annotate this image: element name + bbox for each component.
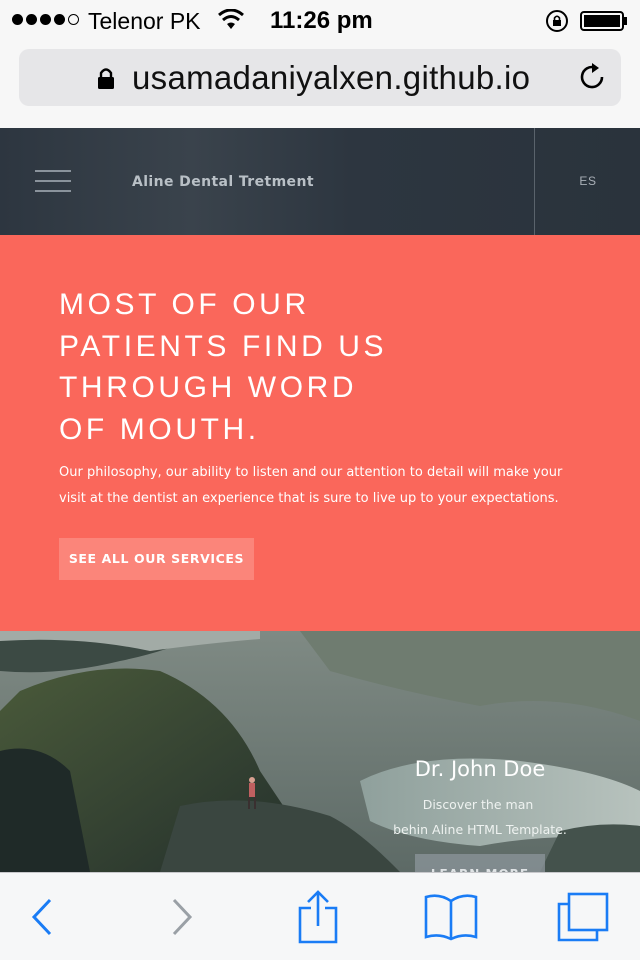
hero-heading: MOST OF OUR PATIENTS FIND US THROUGH WOR…: [59, 284, 479, 450]
hero-section: MOST OF OUR PATIENTS FIND US THROUGH WOR…: [0, 235, 640, 631]
hero-description-line: visit at the dentist an experience that …: [59, 490, 559, 506]
doctor-name: Dr. John Doe: [414, 757, 546, 781]
hero-heading-line: THROUGH WORD: [59, 371, 358, 404]
forward-icon[interactable]: [150, 873, 214, 961]
reload-icon[interactable]: [577, 62, 607, 92]
menu-icon[interactable]: [35, 170, 71, 194]
share-icon[interactable]: [286, 873, 350, 961]
carrier-name: Telenor PK: [88, 8, 201, 34]
status-bar: Telenor PK 11:26 pm: [0, 0, 640, 40]
doctor-subtitle: Discover the man: [422, 797, 534, 812]
hero-heading-line: PATIENTS FIND US: [59, 329, 388, 363]
doctor-subtitle: behin Aline HTML Template.: [393, 822, 567, 837]
url-field[interactable]: usamadaniyalxen.github.io: [19, 49, 621, 106]
bookmarks-icon[interactable]: [418, 873, 484, 961]
rotation-lock-icon: [546, 10, 568, 32]
url-text: usamadaniyalxen.github.io: [132, 59, 531, 96]
site-header: Aline Dental Tretment ES: [0, 128, 640, 235]
lock-icon: [98, 68, 114, 89]
tabs-icon[interactable]: [550, 873, 616, 961]
status-time: 11:26 pm: [270, 7, 373, 34]
hero-description: Our philosophy, our ability to listen an…: [59, 460, 579, 511]
browser-toolbar: [0, 872, 640, 960]
site-title[interactable]: Aline Dental Tretment: [132, 174, 314, 190]
learn-more-button[interactable]: LEARN MORE: [415, 854, 545, 872]
language-switch-button[interactable]: ES: [536, 128, 640, 235]
signal-strength-icon: [12, 14, 79, 25]
profile-section: Dr. John Doe Discover the man behin Alin…: [0, 631, 640, 872]
browser-address-area: usamadaniyalxen.github.io: [0, 40, 640, 128]
back-icon[interactable]: [10, 873, 74, 961]
hero-heading-line: OF MOUTH.: [59, 412, 260, 446]
battery-icon: [580, 11, 627, 31]
hero-heading-line: MOST OF OUR: [59, 288, 310, 321]
header-divider: [534, 128, 535, 235]
wifi-icon: [218, 9, 244, 29]
hero-description-line: Our philosophy, our ability to listen an…: [59, 465, 563, 480]
see-all-services-button[interactable]: SEE ALL OUR SERVICES: [59, 538, 254, 580]
